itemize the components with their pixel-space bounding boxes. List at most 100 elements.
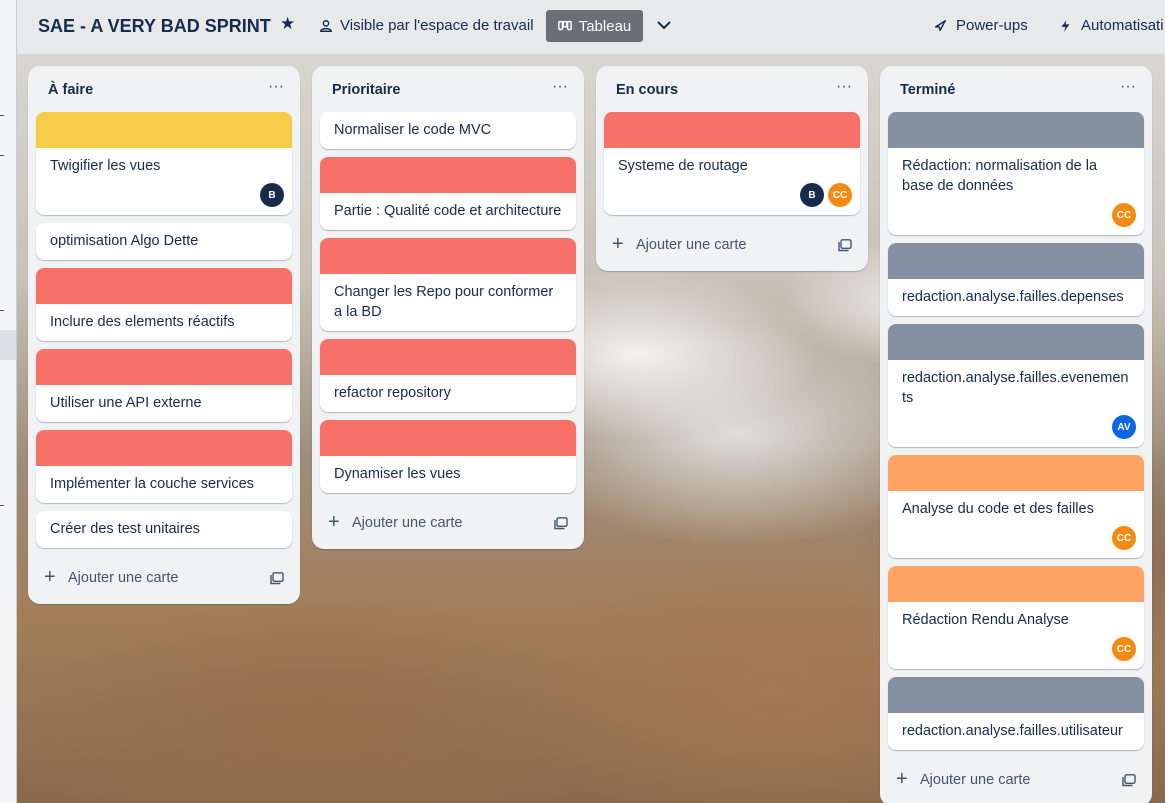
avatar[interactable]: CC [828, 183, 852, 207]
card-members: CC [888, 203, 1144, 235]
automation-button[interactable]: Automatisati [1059, 17, 1164, 34]
more-options-icon[interactable]: ··· [1120, 79, 1136, 95]
automation-label: Automatisati [1081, 17, 1164, 34]
card-template-icon[interactable] [554, 517, 568, 530]
list-header[interactable]: En cours ··· [596, 66, 868, 112]
card-title: Systeme de routage [618, 158, 748, 174]
card-members: B [36, 183, 292, 215]
list-header[interactable]: Terminé ··· [880, 66, 1152, 112]
board-title[interactable]: SAE - A VERY BAD SPRINT [38, 16, 271, 37]
card[interactable]: Implémenter la couche services [36, 430, 292, 503]
card-title: Normaliser le code MVC [334, 122, 492, 138]
list-termine: Terminé ··· Rédaction: normalisation de … [880, 66, 1152, 803]
avatar[interactable]: AV [1112, 415, 1136, 439]
add-card-label: Ajouter une carte [920, 772, 1031, 788]
add-card-label: Ajouter une carte [636, 237, 747, 253]
card[interactable]: Inclure des elements réactifs [36, 268, 292, 341]
add-card-label: Ajouter une carte [68, 570, 179, 586]
card-cover [36, 430, 292, 466]
add-card-button[interactable]: + Ajouter une carte [596, 223, 868, 271]
list-en-cours: En cours ··· Systeme de routage B CC + A… [596, 66, 868, 271]
card-cover [888, 243, 1144, 279]
avatar[interactable]: B [800, 183, 824, 207]
card-title: optimisation Algo Dette [50, 233, 199, 249]
card-template-icon[interactable] [838, 239, 852, 252]
sidebar-selected-item[interactable] [0, 330, 16, 360]
card-cover [888, 566, 1144, 602]
card[interactable]: Rédaction Rendu Analyse CC [888, 566, 1144, 669]
card-cover [888, 112, 1144, 148]
avatar[interactable]: CC [1112, 203, 1136, 227]
card-title: redaction.analyse.failles.evenements [902, 370, 1129, 406]
card[interactable]: Analyse du code et des failles CC [888, 455, 1144, 558]
card-members: CC [888, 526, 1144, 558]
card-title: Rédaction: normalisation de la base de d… [902, 158, 1098, 194]
add-card-button[interactable]: + Ajouter une carte [28, 556, 300, 604]
card-title: Changer les Repo pour conformer a la BD [334, 284, 554, 320]
card[interactable]: Changer les Repo pour conformer a la BD [320, 238, 576, 331]
add-card-label: Ajouter une carte [352, 515, 463, 531]
powerups-button[interactable]: Power-ups [933, 17, 1028, 34]
card-title: Partie : Qualité code et architecture [334, 203, 562, 219]
card-members: AV [888, 415, 1144, 447]
card-title: Inclure des elements réactifs [50, 314, 235, 330]
list-title: Terminé [900, 82, 956, 98]
card-title: Implémenter la couche services [50, 476, 254, 492]
chevron-down-icon[interactable] [653, 14, 675, 36]
card[interactable]: Dynamiser les vues [320, 420, 576, 493]
card-cover [36, 349, 292, 385]
star-icon[interactable]: ★ [280, 14, 295, 34]
visibility-button[interactable]: Visible par l'espace de travail [319, 17, 534, 34]
add-card-button[interactable]: + Ajouter une carte [880, 758, 1152, 803]
card[interactable]: optimisation Algo Dette [36, 223, 292, 260]
more-options-icon[interactable]: ··· [836, 79, 852, 95]
card-title: refactor repository [334, 385, 451, 401]
card-cover [320, 238, 576, 274]
card-cover [320, 157, 576, 193]
card-title: Dynamiser les vues [334, 466, 461, 482]
more-options-icon[interactable]: ··· [268, 79, 284, 95]
card[interactable]: redaction.analyse.failles.depenses [888, 243, 1144, 316]
card[interactable]: Systeme de routage B CC [604, 112, 860, 215]
card[interactable]: redaction.analyse.failles.utilisateur [888, 677, 1144, 750]
sidebar-marker [0, 505, 4, 506]
board-view-button[interactable]: Tableau [546, 10, 643, 42]
more-options-icon[interactable]: ··· [552, 79, 568, 95]
card[interactable]: refactor repository [320, 339, 576, 412]
card[interactable]: Créer des test unitaires [36, 511, 292, 548]
card[interactable]: Normaliser le code MVC [320, 112, 576, 149]
sidebar-marker [0, 310, 4, 311]
card-cover [604, 112, 860, 148]
sidebar-collapsed[interactable] [0, 0, 17, 803]
avatar[interactable]: CC [1112, 526, 1136, 550]
card[interactable]: redaction.analyse.failles.evenements AV [888, 324, 1144, 447]
card-title: redaction.analyse.failles.utilisateur [902, 723, 1123, 739]
list-title: À faire [48, 82, 94, 98]
card-cover [320, 339, 576, 375]
avatar[interactable]: CC [1112, 637, 1136, 661]
list-a-faire: À faire ··· Twigifier les vues B optimis… [28, 66, 300, 604]
card[interactable]: Utiliser une API externe [36, 349, 292, 422]
card[interactable]: Twigifier les vues B [36, 112, 292, 215]
card-title: Utiliser une API externe [50, 395, 202, 411]
card-cover [36, 112, 292, 148]
board-header: SAE - A VERY BAD SPRINT ★ Visible par l'… [17, 0, 1165, 54]
add-card-button[interactable]: + Ajouter une carte [312, 501, 584, 549]
avatar[interactable]: B [260, 183, 284, 207]
list-header[interactable]: À faire ··· [28, 66, 300, 112]
card-members: CC [888, 637, 1144, 669]
card-template-icon[interactable] [1122, 774, 1136, 787]
card-cover [320, 420, 576, 456]
card-cover [888, 455, 1144, 491]
card[interactable]: Partie : Qualité code et architecture [320, 157, 576, 230]
card-title: Analyse du code et des failles [902, 501, 1094, 517]
list-title: En cours [616, 82, 679, 98]
powerups-label: Power-ups [956, 17, 1028, 34]
card-title: Créer des test unitaires [50, 521, 200, 537]
plus-icon: + [896, 768, 908, 790]
lightning-icon [1061, 19, 1070, 32]
list-prioritaire: Prioritaire ··· Normaliser le code MVC P… [312, 66, 584, 549]
card-template-icon[interactable] [270, 572, 284, 585]
list-header[interactable]: Prioritaire ··· [312, 66, 584, 112]
card[interactable]: Rédaction: normalisation de la base de d… [888, 112, 1144, 235]
